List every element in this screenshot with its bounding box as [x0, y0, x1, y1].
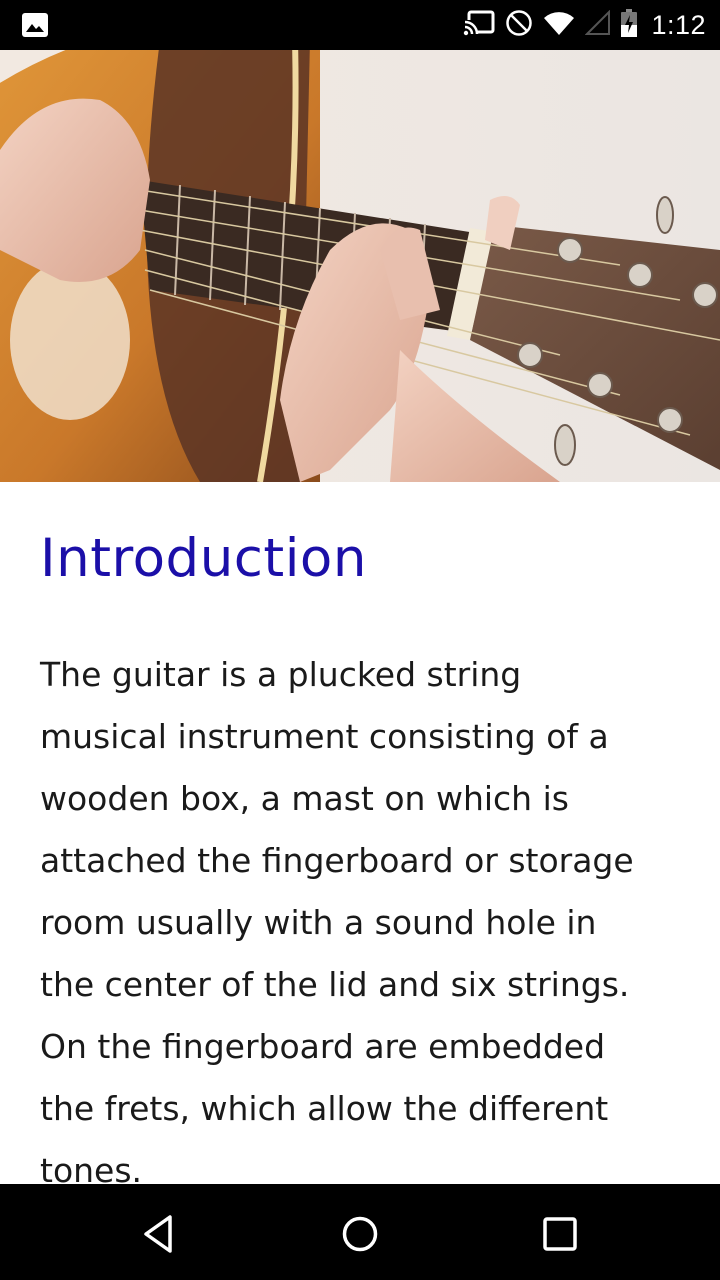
cast-icon	[463, 10, 495, 40]
paragraph-line: musical instrument consisting of a	[40, 717, 609, 756]
back-icon	[144, 1215, 172, 1253]
paragraph-line: the center of the lid and six strings.	[40, 965, 630, 1004]
status-time: 1:12	[651, 9, 706, 40]
navigation-bar	[0, 1184, 720, 1280]
article: Introduction The guitar is a plucked str…	[40, 482, 690, 1202]
cell-signal-icon	[585, 9, 611, 40]
article-paragraph: The guitar is a plucked string musical i…	[40, 644, 690, 1202]
paragraph-line: the frets, which allow the different	[40, 1089, 609, 1128]
status-bar: 1:12	[0, 0, 720, 50]
wifi-icon	[543, 10, 575, 40]
hero-image	[0, 50, 720, 482]
paragraph-line: attached the fingerboard or storage	[40, 841, 634, 880]
paragraph-line: On the fingerboard are embedded	[40, 1027, 606, 1066]
back-button[interactable]	[138, 1212, 182, 1256]
recents-icon	[543, 1217, 577, 1251]
battery-charging-icon	[621, 9, 638, 41]
article-title: Introduction	[40, 528, 367, 589]
image-notification-icon	[22, 13, 48, 41]
do-not-disturb-icon	[505, 9, 533, 41]
recents-button[interactable]	[538, 1212, 582, 1256]
paragraph-line: The guitar is a plucked string	[40, 655, 522, 694]
paragraph-line: wooden box, a mast on which is	[40, 779, 569, 818]
home-button[interactable]	[338, 1212, 382, 1256]
guitar-illustration	[0, 50, 720, 482]
paragraph-line: room usually with a sound hole in	[40, 903, 597, 942]
home-icon	[342, 1216, 378, 1252]
